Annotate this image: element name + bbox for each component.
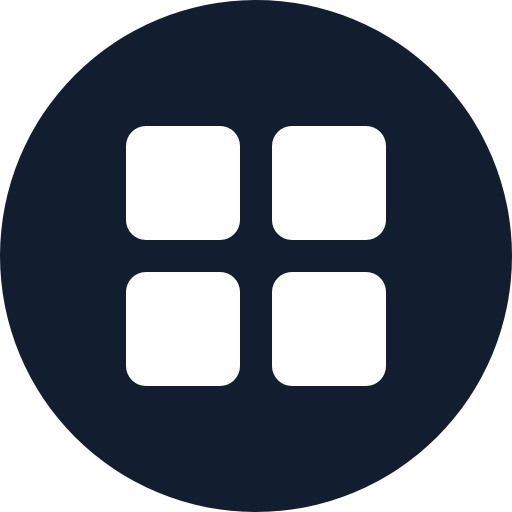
grid-tile-bottom-right xyxy=(272,272,386,386)
grid-tile-top-right xyxy=(272,126,386,240)
grid-menu-icon xyxy=(0,0,512,512)
grid-tile-top-left xyxy=(126,126,240,240)
icon-background-circle xyxy=(0,0,512,512)
app-grid-button[interactable] xyxy=(0,0,512,512)
grid-tile-bottom-left xyxy=(126,272,240,386)
